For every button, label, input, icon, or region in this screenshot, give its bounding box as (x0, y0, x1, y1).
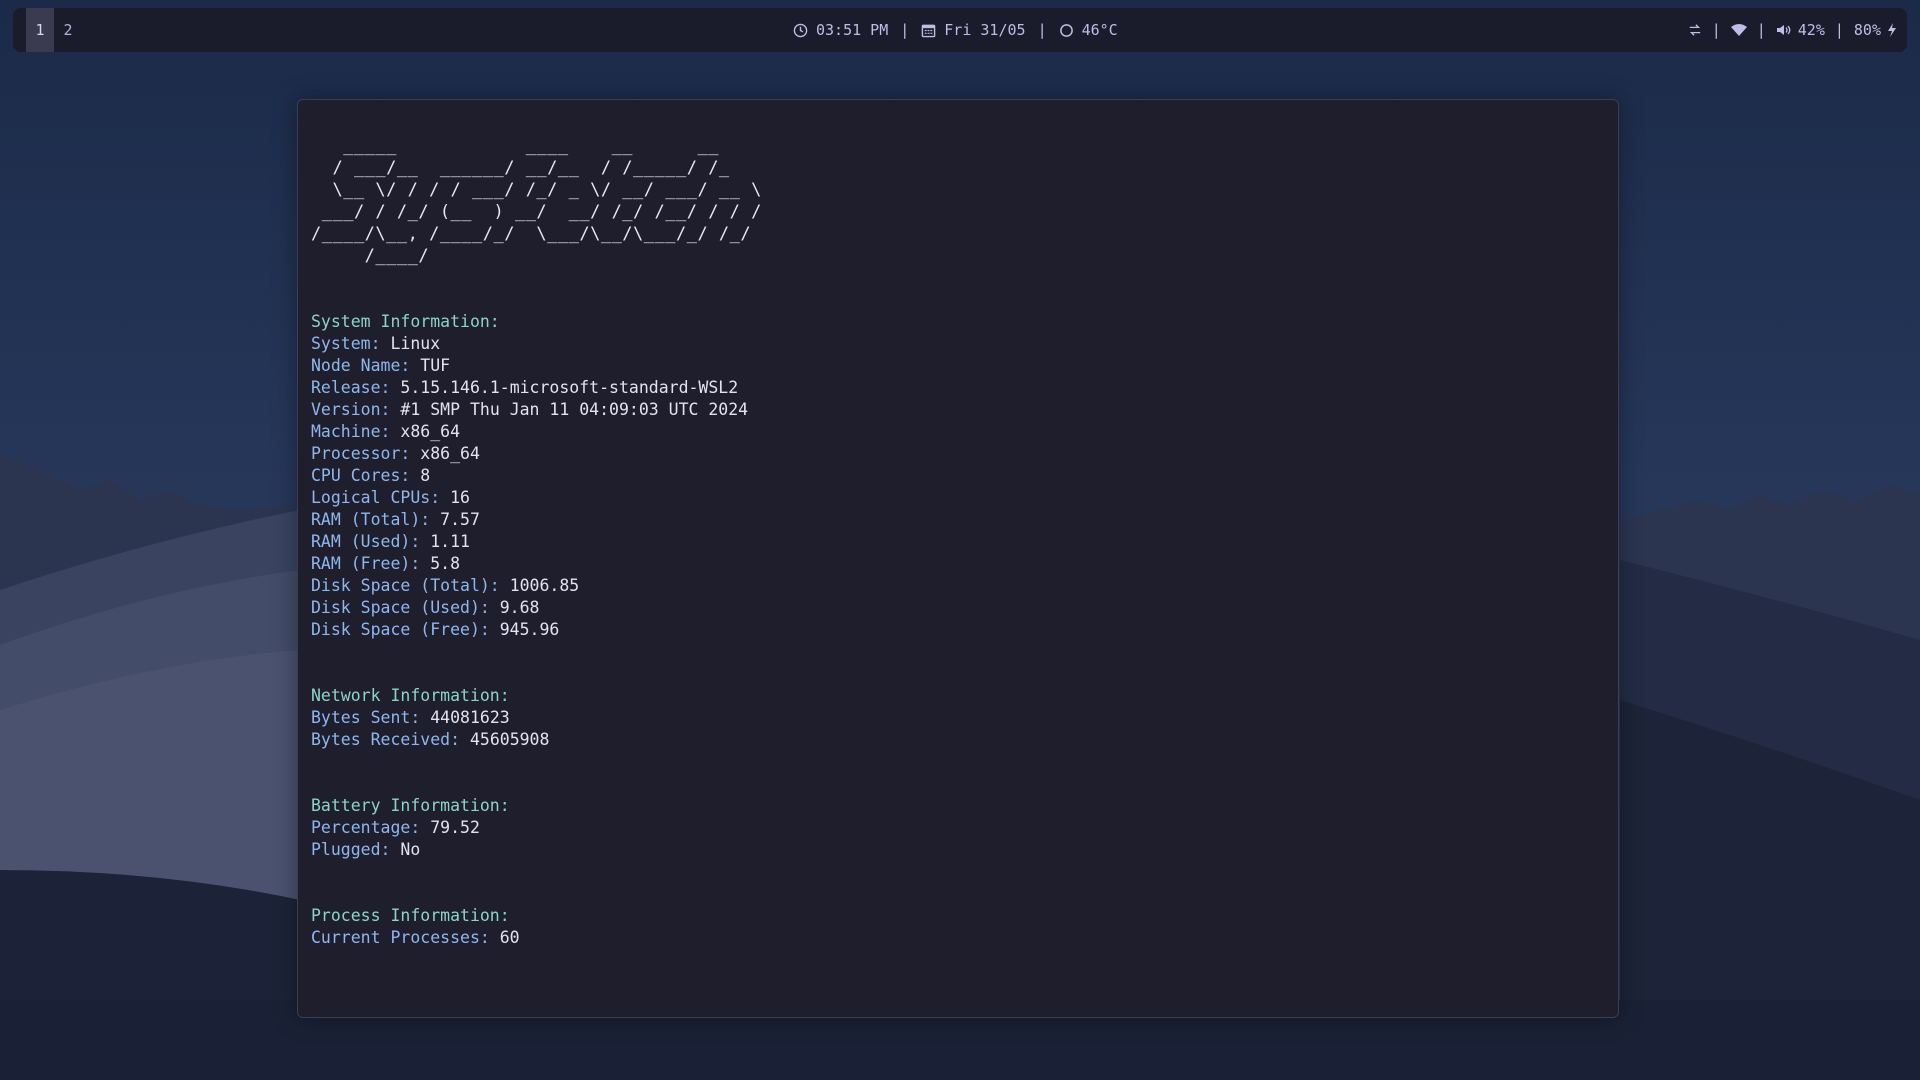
section-title: Battery Information: (311, 796, 510, 815)
info-key: RAM (Total): (311, 510, 431, 529)
separator: | (1756, 21, 1766, 39)
info-value: x86_64 (420, 444, 480, 463)
info-key: Node Name: (311, 356, 411, 375)
info-value: Linux (390, 334, 441, 353)
info-row: Plugged: No (311, 839, 762, 861)
info-row: Disk Space (Free): 945.96 (311, 619, 762, 641)
workspace-1-button[interactable]: 1 (26, 8, 54, 52)
info-key: Bytes Sent: (311, 708, 421, 727)
info-key: Percentage: (311, 818, 421, 837)
info-value: TUF (420, 356, 451, 375)
info-row: Bytes Received: 45605908 (311, 729, 762, 751)
info-value: 8 (420, 466, 431, 485)
workspace-2-button[interactable]: 2 (54, 8, 82, 52)
wifi-icon[interactable] (1730, 23, 1747, 37)
info-row: Processor: x86_64 (311, 443, 762, 465)
info-value: 5.8 (430, 554, 461, 573)
info-row: Node Name: TUF (311, 355, 762, 377)
info-value: 1006.85 (509, 576, 580, 595)
info-value: 79.52 (430, 818, 480, 837)
separator: | (1834, 21, 1844, 39)
info-key: RAM (Free): (311, 554, 421, 573)
info-value: 9.68 (499, 598, 540, 617)
info-row: RAM (Total): 7.57 (311, 509, 762, 531)
section-title: Network Information: (311, 686, 510, 705)
info-value: #1 SMP Thu Jan 11 04:09:03 UTC 2024 (400, 400, 749, 419)
ascii-banner: _____ ____ __ __ / ___/__ ______/ __/__ … (311, 136, 762, 266)
info-key: System: (311, 334, 381, 353)
info-value: 45605908 (469, 730, 550, 749)
system-info-section: System Information: System: Linux Node N… (311, 311, 762, 641)
info-row: Current Processes: 60 (311, 927, 762, 949)
info-key: Bytes Received: (311, 730, 461, 749)
battery-info-section: Battery Information: Percentage: 79.52 P… (311, 795, 762, 861)
info-row: Machine: x86_64 (311, 421, 762, 443)
info-row: RAM (Used): 1.11 (311, 531, 762, 553)
info-value: 1.11 (430, 532, 470, 551)
temperature-text[interactable]: 46°C (1082, 21, 1118, 39)
info-key: Logical CPUs: (311, 488, 441, 507)
info-row: Disk Space (Total): 1006.85 (311, 575, 762, 597)
info-value: 16 (450, 488, 470, 507)
top-status-bar: 1 2 03:51 PM | Fri 31/05 | 46°C | | 42% … (13, 8, 1907, 52)
info-value: x86_64 (400, 422, 461, 441)
network-transfer-icon[interactable] (1688, 23, 1702, 37)
clock-icon (793, 23, 808, 38)
info-row: Logical CPUs: 16 (311, 487, 762, 509)
network-info-section: Network Information: Bytes Sent: 4408162… (311, 685, 762, 751)
info-row: RAM (Free): 5.8 (311, 553, 762, 575)
info-value: 44081623 (430, 708, 510, 727)
info-key: Disk Space (Used): (311, 598, 490, 617)
info-row: System: Linux (311, 333, 762, 355)
separator: | (1711, 21, 1721, 39)
volume-icon[interactable] (1776, 23, 1792, 37)
info-value: 60 (499, 928, 520, 947)
info-row: Version: #1 SMP Thu Jan 11 04:09:03 UTC … (311, 399, 762, 421)
info-key: Release: (311, 378, 391, 397)
right-status: | | 42% | 80% (1688, 8, 1897, 52)
section-title: Process Information: (311, 906, 510, 925)
info-value: No (400, 840, 421, 859)
info-key: Version: (311, 400, 391, 419)
info-key: Disk Space (Free): (311, 620, 490, 639)
info-value: 7.57 (440, 510, 480, 529)
charging-icon (1887, 23, 1897, 37)
battery-text[interactable]: 80% (1854, 21, 1881, 39)
info-key: RAM (Used): (311, 532, 421, 551)
separator: | (1037, 21, 1047, 39)
cpu-temp-icon (1059, 23, 1074, 38)
info-row: Release: 5.15.146.1-microsoft-standard-W… (311, 377, 762, 399)
info-row: Disk Space (Used): 9.68 (311, 597, 762, 619)
calendar-icon (921, 23, 936, 38)
separator: | (900, 21, 910, 39)
info-key: Disk Space (Total): (311, 576, 500, 595)
info-key: Machine: (311, 422, 391, 441)
terminal-output: _____ ____ __ __ / ___/__ ______/ __/__ … (311, 135, 762, 949)
info-row: Bytes Sent: 44081623 (311, 707, 762, 729)
volume-text[interactable]: 42% (1798, 21, 1825, 39)
info-key: Current Processes: (311, 928, 490, 947)
center-status: 03:51 PM | Fri 31/05 | 46°C (793, 8, 1118, 52)
process-info-section: Process Information: Current Processes: … (311, 905, 762, 949)
info-key: CPU Cores: (311, 466, 411, 485)
info-value: 5.15.146.1-microsoft-standard-WSL2 (400, 378, 739, 397)
info-row: CPU Cores: 8 (311, 465, 762, 487)
clock-text[interactable]: 03:51 PM (816, 21, 888, 39)
section-title: System Information: (311, 312, 500, 331)
info-value: 945.96 (499, 620, 560, 639)
info-row: Percentage: 79.52 (311, 817, 762, 839)
terminal-window[interactable]: _____ ____ __ __ / ___/__ ______/ __/__ … (297, 99, 1619, 1018)
info-key: Processor: (311, 444, 411, 463)
date-text[interactable]: Fri 31/05 (944, 21, 1025, 39)
info-key: Plugged: (311, 840, 391, 859)
